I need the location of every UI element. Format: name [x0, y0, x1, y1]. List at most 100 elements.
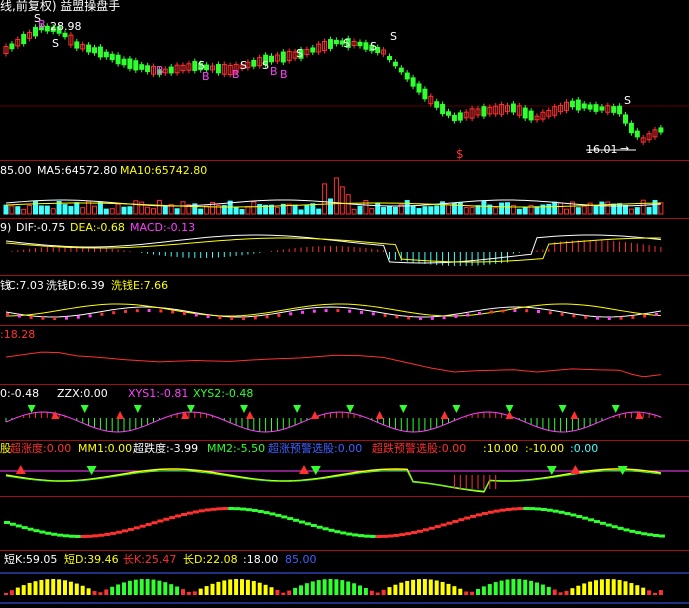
- volume-value: 85.00: [0, 164, 32, 177]
- candle-body: [357, 41, 363, 47]
- volume-bar: [392, 206, 398, 215]
- candle-body: [634, 130, 640, 138]
- macd-dif: DIF:-0.75: [16, 221, 66, 234]
- volume-bar: [298, 209, 304, 215]
- wash-dot: [478, 311, 481, 315]
- stair-step: [63, 534, 69, 538]
- wash-dot: [572, 314, 576, 318]
- trend-line-value: :18.28: [0, 328, 36, 341]
- stair-step: [145, 522, 152, 526]
- candle-body: [103, 51, 109, 58]
- trend-line-chart: [5, 351, 661, 378]
- super-v1: :10.00: [483, 442, 519, 455]
- stair-step: [33, 529, 40, 533]
- candle-body: [44, 25, 50, 32]
- kd-panel[interactable]: 短K:59.05 短D:39.46 长K:25.47 长D:22.08 :18.…: [0, 551, 689, 608]
- trend-line: [5, 351, 661, 378]
- volume-bar: [151, 208, 156, 215]
- wash-dot: [383, 313, 387, 317]
- candle-body: [133, 60, 139, 71]
- stair-step: [222, 507, 229, 511]
- wash-dot: [442, 316, 446, 320]
- candlestick-panel[interactable]: SSSSSSSSSSBBBBBB 28.98 16.01 → $: [0, 0, 689, 160]
- volume-panel[interactable]: 85.00 MA5:64572.80 MA10:65742.80: [0, 161, 689, 218]
- stair-step: [269, 512, 276, 516]
- wash-dot: [454, 314, 458, 318]
- macd-panel[interactable]: 9) DIF:-0.75 DEA:-0.68 MACD:-0.13: [0, 219, 689, 275]
- candle-body: [33, 26, 38, 37]
- kd-v2: 85.00: [285, 553, 317, 566]
- volume-bar: [162, 206, 168, 215]
- super-panel[interactable]: 股 超涨度:0.00 MM1:0.00 超跌度:-3.99 MM2:-5.50 …: [0, 441, 689, 496]
- buy-signal-marker: B: [270, 65, 278, 78]
- candle-body: [398, 67, 404, 73]
- stair-step: [116, 530, 123, 534]
- stair-step: [641, 532, 648, 536]
- stair-step: [428, 526, 435, 530]
- volume-bar: [180, 201, 186, 215]
- stair-chart: [4, 507, 665, 538]
- super-fall-line: [5, 470, 661, 492]
- stair-step: [9, 522, 16, 526]
- stair-step: [310, 524, 317, 528]
- wash-dot: [301, 310, 304, 314]
- volume-bar: [92, 205, 97, 215]
- stair-step: [240, 507, 246, 511]
- wash-dot: [53, 316, 57, 320]
- volume-bar: [534, 206, 540, 215]
- stair-step: [68, 534, 75, 538]
- candle-body: [575, 99, 581, 111]
- volume-bar: [257, 204, 263, 215]
- candle-body: [510, 103, 516, 113]
- wash-dot: [336, 309, 340, 313]
- down-arrow: [346, 405, 355, 413]
- volume-bar: [27, 204, 33, 215]
- candle-body: [251, 59, 257, 67]
- candle-body: [404, 72, 410, 80]
- super-up-marker: [299, 465, 309, 474]
- wash-dot: [171, 310, 175, 314]
- wash-money-panel[interactable]: 钱 C:7.03 洗钱D:6.39 洗钱E:7.66: [0, 276, 689, 325]
- macd-dea: DEA:-0.68: [70, 221, 125, 234]
- low-arrow: →: [620, 142, 630, 155]
- up-arrow: [375, 411, 384, 419]
- stair-step: [21, 526, 28, 530]
- volume-bar: [646, 207, 652, 215]
- volume-bar: [80, 207, 86, 215]
- wash-dot: [525, 309, 529, 313]
- candle-body: [410, 77, 416, 87]
- stair-step: [45, 531, 52, 535]
- low-price-marker: 16.01: [586, 143, 618, 156]
- candle-body: [145, 65, 151, 73]
- wash-dot: [584, 315, 588, 319]
- volume-bar: [156, 199, 162, 215]
- volume-bar: [481, 200, 487, 215]
- wash-dot: [643, 314, 647, 318]
- stair-step: [181, 512, 187, 516]
- stair-step: [399, 533, 406, 537]
- stair-step: [228, 507, 235, 511]
- super-v3: :0.00: [570, 442, 599, 455]
- volume-bar: [21, 208, 27, 215]
- trend-line-panel[interactable]: :18.28: [0, 326, 689, 384]
- buy-signal-marker: B: [280, 68, 288, 81]
- wash-dot: [619, 316, 623, 320]
- stair-step: [594, 520, 600, 524]
- xys-panel[interactable]: 0:-0.48 ZZX:0.00 XYS1:-0.81 XYS2:-0.48: [0, 385, 689, 440]
- xys-xys2: XYS2:-0.48: [193, 387, 254, 400]
- candle-body: [522, 107, 528, 119]
- candle-body: [611, 106, 617, 113]
- candle-body: [333, 39, 339, 45]
- stair-step: [599, 521, 606, 525]
- stair-step: [393, 533, 400, 537]
- buy-signal-marker: B: [156, 64, 164, 77]
- kd-long-k: 长K:25.47: [123, 553, 177, 566]
- volume-bar: [198, 208, 204, 215]
- volume-bar: [628, 208, 634, 215]
- stair-step: [464, 516, 471, 520]
- stair-step: [458, 518, 465, 522]
- sell-signal-marker: S: [52, 37, 59, 50]
- stair-panel[interactable]: [0, 497, 689, 550]
- candlestick-chart: SSS S SSS SSSBB B B B B: [0, 12, 689, 151]
- stair-step: [523, 507, 530, 511]
